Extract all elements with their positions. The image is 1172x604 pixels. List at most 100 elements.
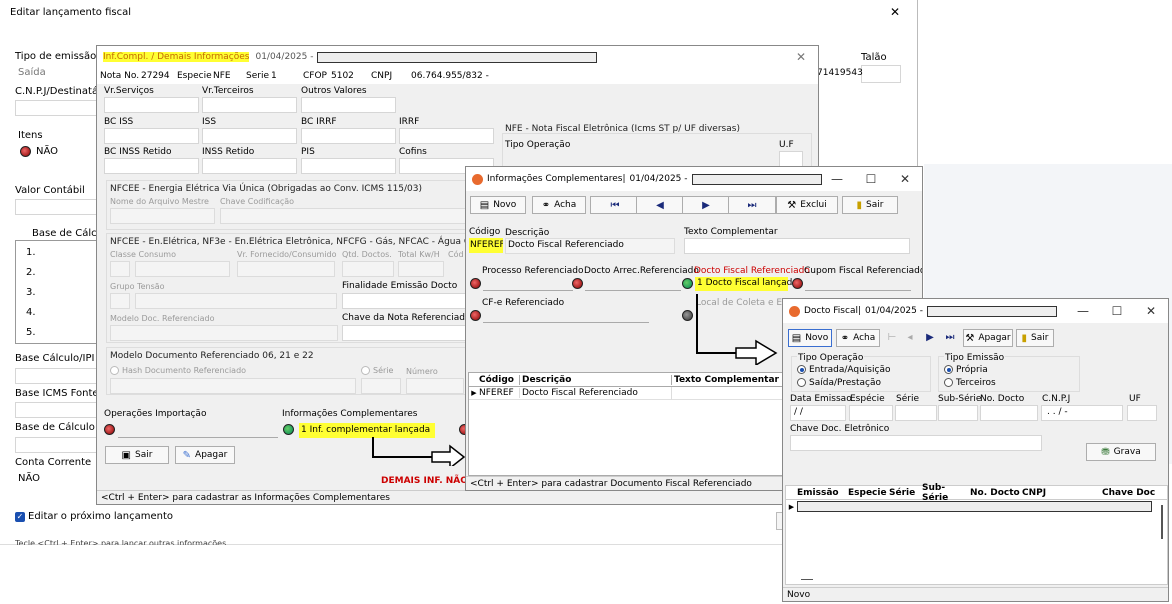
op-saida-radio[interactable]: Saída/Prestação	[797, 378, 881, 388]
novo-button[interactable]: ▤ Novo	[788, 329, 832, 347]
sair-button[interactable]: ▣ Sair	[105, 446, 169, 464]
prev-record-button[interactable]: ◀	[636, 196, 684, 214]
nome-arquivo-field[interactable]	[110, 208, 215, 224]
cupom-ref-field[interactable]	[805, 277, 911, 291]
uf-field[interactable]	[779, 151, 803, 167]
docto-arrec-dot-icon[interactable]	[572, 278, 583, 289]
base-icms-fonte-field[interactable]	[15, 402, 97, 418]
col-emissao[interactable]: Emissão	[797, 488, 848, 498]
bc-inss-field[interactable]	[104, 158, 199, 174]
docto-fiscal-ref-dot-icon[interactable]	[682, 278, 693, 289]
acha-button[interactable]: ⚭ Acha	[836, 329, 880, 347]
apagar-button[interactable]: ✎ Apagar	[175, 446, 235, 464]
table-row[interactable]: ▶	[786, 500, 1167, 513]
cfe-ref-dot-icon[interactable]	[470, 310, 481, 321]
first-record-button[interactable]: ⊢	[884, 329, 900, 347]
em-propria-radio[interactable]: Própria	[944, 365, 988, 375]
last-record-button[interactable]: ⏭	[941, 329, 959, 347]
data-emissao-field[interactable]: / /	[790, 405, 846, 421]
talao-field[interactable]	[861, 65, 901, 83]
acha-button[interactable]: ⚭ Acha	[532, 196, 586, 214]
op-entrada-radio[interactable]: Entrada/Aquisição	[797, 365, 890, 375]
close-icon[interactable]: ✕	[1134, 299, 1168, 323]
col-no-docto[interactable]: No. Docto	[970, 488, 1022, 498]
grupo-tensao-field[interactable]	[110, 293, 130, 309]
info-complementares-dot-icon[interactable]	[283, 424, 294, 435]
qtd-doctos-field[interactable]	[342, 261, 394, 277]
codigo-field[interactable]: NFEREF	[469, 238, 503, 253]
serie-field[interactable]	[895, 405, 937, 421]
docto-fiscal-ref-value[interactable]: 1 Docto Fiscal lançado	[695, 277, 798, 291]
col-cnpj[interactable]: CNPJ	[1022, 488, 1102, 498]
editar-proximo-checkbox[interactable]: ✓	[15, 512, 25, 522]
hash-doc-radio[interactable]: Hash Documento Referenciado	[110, 366, 246, 375]
operacoes-importacao-dot-icon[interactable]	[104, 424, 115, 435]
maximize-icon[interactable]: ☐	[1100, 299, 1134, 323]
close-icon[interactable]: ✕	[888, 167, 922, 191]
base-calculo-field[interactable]	[15, 437, 97, 453]
last-record-button[interactable]: ⏭	[728, 196, 776, 214]
col-serie[interactable]: Série	[889, 488, 922, 498]
outros-valores-field[interactable]	[301, 97, 396, 113]
col-descricao[interactable]: Descrição	[519, 374, 671, 385]
bc-iss-field[interactable]	[104, 128, 199, 144]
especie-field[interactable]	[849, 405, 893, 421]
novo-button[interactable]: ▤ Novo	[470, 196, 526, 214]
cfe-ref-field[interactable]	[483, 309, 649, 323]
iss-field[interactable]	[202, 128, 297, 144]
texto-complementar-field[interactable]	[684, 238, 910, 254]
no-docto-field[interactable]	[980, 405, 1038, 421]
base-row-3[interactable]: 3.	[26, 287, 36, 298]
close-icon[interactable]: ✕	[784, 46, 818, 68]
tipo-emissao-value[interactable]: Saída	[18, 67, 46, 78]
uf-field[interactable]	[1127, 405, 1157, 421]
operacoes-importacao-field[interactable]	[118, 423, 278, 438]
pis-field[interactable]	[301, 158, 396, 174]
sair-button[interactable]: ▮ Sair	[842, 196, 898, 214]
apagar-button[interactable]: ⚒ Apagar	[963, 329, 1013, 347]
sair-button[interactable]: ▮ Sair	[1016, 329, 1054, 347]
col-sub-serie[interactable]: Sub-Série	[922, 483, 970, 503]
maximize-icon[interactable]: ☐	[854, 167, 888, 191]
close-icon[interactable]: ✕	[890, 5, 900, 19]
next-record-button[interactable]: ▶	[682, 196, 730, 214]
col-codigo[interactable]: Código	[479, 375, 519, 385]
grava-button[interactable]: ⛃ Grava	[1086, 443, 1156, 461]
conta-corrente-value[interactable]: NÃO	[18, 473, 40, 484]
em-terceiros-radio[interactable]: Terceiros	[944, 378, 996, 388]
vr-fornecido-field[interactable]	[237, 261, 335, 277]
minimize-icon[interactable]: —	[820, 167, 854, 191]
processo-ref-dot-icon[interactable]	[470, 278, 481, 289]
base-row-5[interactable]: 5.	[26, 327, 36, 338]
col-chave-doc[interactable]: Chave Doc	[1102, 488, 1167, 498]
base-row-2[interactable]: 2.	[26, 267, 36, 278]
bc-irrf-field[interactable]	[301, 128, 396, 144]
vr-servicos-field[interactable]	[104, 97, 199, 113]
irrf-field[interactable]	[399, 128, 494, 144]
modelo-doc-ref-field[interactable]	[110, 325, 338, 341]
total-kwh-field[interactable]	[398, 261, 444, 277]
finalidade-field[interactable]	[342, 293, 467, 309]
docto-arrec-field[interactable]	[585, 277, 681, 291]
grid-scrollbar[interactable]	[1161, 505, 1163, 539]
inss-field[interactable]	[202, 158, 297, 174]
descricao-field[interactable]: Docto Fiscal Referenciado	[505, 238, 675, 254]
hash-doc-field[interactable]	[110, 378, 356, 394]
vr-terceiros-field[interactable]	[202, 97, 297, 113]
chave-field[interactable]	[790, 435, 1042, 451]
processo-ref-field[interactable]	[483, 277, 573, 291]
base-row-4[interactable]: 4.	[26, 307, 36, 318]
numero-field[interactable]	[406, 378, 464, 394]
sub-serie-field[interactable]	[938, 405, 978, 421]
cnpj-field[interactable]: . . / -	[1041, 405, 1123, 421]
excluir-button[interactable]: ⚒ Exclui	[776, 196, 838, 214]
chave-nota-ref-field[interactable]	[342, 325, 467, 341]
serie-opt-field[interactable]	[361, 378, 401, 394]
base-calculo-ipi-field[interactable]	[15, 368, 97, 384]
minimize-icon[interactable]: —	[1066, 299, 1100, 323]
valor-contabil-field[interactable]	[15, 199, 97, 215]
cnpj-destinatario-field[interactable]	[15, 100, 97, 116]
prev-record-button[interactable]: ◂	[902, 329, 918, 347]
cupom-ref-dot-icon[interactable]	[792, 278, 803, 289]
next-record-button[interactable]: ▶	[922, 329, 938, 347]
